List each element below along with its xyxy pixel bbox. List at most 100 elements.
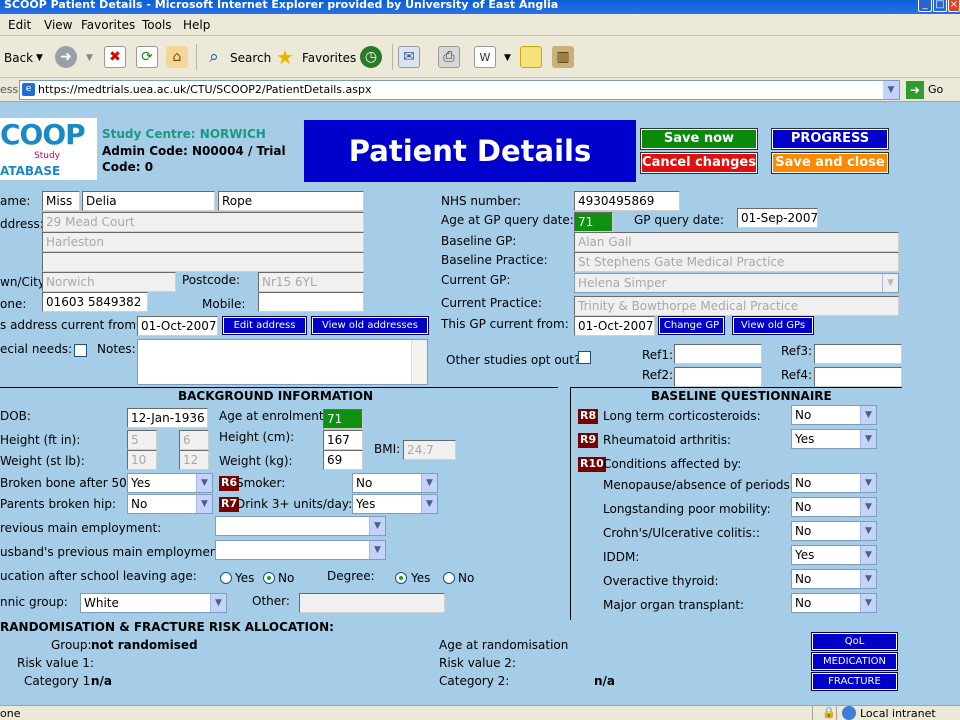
- iddm-select[interactable]: Yes ▼: [791, 545, 877, 565]
- special-needs-checkbox[interactable]: [74, 344, 87, 357]
- mobile-input[interactable]: [258, 292, 364, 312]
- baseline-practice-label: Baseline Practice:: [441, 253, 548, 267]
- height-in-input[interactable]: 6: [179, 430, 209, 450]
- current-practice-input[interactable]: Trinity & Bowthorpe Medical Practice: [574, 296, 899, 316]
- address-line2-input[interactable]: Harleston: [42, 232, 364, 252]
- surname-input[interactable]: Rope: [218, 191, 364, 211]
- rheumatoid-select[interactable]: Yes ▼: [791, 429, 877, 449]
- employment-select[interactable]: ▼: [215, 516, 386, 536]
- broken-bone-select[interactable]: Yes ▼: [127, 473, 213, 493]
- drink-select[interactable]: Yes ▼: [352, 494, 438, 514]
- gp-query-date-input[interactable]: 01-Sep-2007: [737, 208, 818, 228]
- first-name-input[interactable]: Delia: [82, 191, 215, 211]
- menu-view[interactable]: View: [44, 18, 72, 32]
- notes-textarea[interactable]: [137, 339, 428, 385]
- baseline-gp-input[interactable]: Alan Gall: [574, 232, 899, 252]
- menu-tools[interactable]: Tools: [142, 18, 172, 32]
- address-line1-input[interactable]: 29 Mead Court: [42, 212, 364, 232]
- degree-yes-radio[interactable]: [395, 572, 407, 584]
- notes-scrollbar[interactable]: [411, 340, 427, 384]
- qol-button[interactable]: QoL: [811, 632, 898, 651]
- gp-from-input[interactable]: 01-Oct-2007: [574, 316, 655, 336]
- refresh-icon[interactable]: ⟳: [136, 46, 158, 68]
- forward-icon[interactable]: ➜: [55, 46, 77, 68]
- weight-lb-input[interactable]: 12: [179, 450, 209, 470]
- fracture-button[interactable]: FRACTURE: [811, 672, 898, 691]
- ref1-input[interactable]: [674, 344, 762, 364]
- view-old-addresses-button[interactable]: View old addresses: [311, 316, 429, 335]
- education-no-radio[interactable]: [263, 572, 275, 584]
- address-line3-input[interactable]: [42, 252, 364, 272]
- research-icon[interactable]: ▥: [552, 46, 574, 68]
- close-window-button[interactable]: ×: [948, 0, 960, 12]
- opt-out-label: Other studies opt out?:: [446, 353, 585, 367]
- weight-kg-input[interactable]: 69: [323, 450, 363, 470]
- save-now-button[interactable]: Save now: [640, 128, 758, 150]
- address-dropdown-icon[interactable]: ▼: [883, 81, 899, 99]
- mail-icon[interactable]: ✉: [398, 46, 420, 68]
- phone-input[interactable]: 01603 5849382: [42, 292, 148, 312]
- current-gp-select[interactable]: Helena Simper ▼: [574, 273, 899, 293]
- corticosteroids-select[interactable]: No ▼: [791, 405, 877, 425]
- save-and-close-button[interactable]: Save and close: [771, 152, 889, 174]
- education-yes-radio[interactable]: [220, 572, 232, 584]
- menu-help[interactable]: Help: [183, 18, 210, 32]
- favorites-button[interactable]: Favorites: [302, 51, 356, 65]
- back-button[interactable]: Back: [4, 51, 33, 65]
- search-icon[interactable]: ⌕: [203, 46, 225, 68]
- address-input[interactable]: e https://medtrials.uea.ac.uk/CTU/SCOOP2…: [19, 80, 900, 100]
- progress-button[interactable]: PROGRESS: [771, 128, 889, 150]
- weight-st-input[interactable]: 10: [127, 450, 157, 470]
- parents-hip-value: No: [131, 497, 148, 511]
- logo-database: ATABASE: [0, 164, 61, 178]
- menu-favorites[interactable]: Favorites: [81, 18, 135, 32]
- menopause-select[interactable]: No ▼: [791, 473, 877, 493]
- ref3-input[interactable]: [814, 344, 902, 364]
- study-centre: Study Centre: NORWICH: [102, 127, 266, 141]
- minimize-button[interactable]: _: [918, 0, 932, 12]
- height-ft-input[interactable]: 5: [127, 430, 157, 450]
- opt-out-checkbox[interactable]: [578, 351, 591, 364]
- smoker-select[interactable]: No ▼: [352, 473, 438, 493]
- height-cm-input[interactable]: 167: [323, 430, 363, 450]
- town-input[interactable]: Norwich: [42, 272, 176, 292]
- parents-hip-select[interactable]: No ▼: [127, 494, 213, 514]
- dob-input[interactable]: 12-Jan-1936: [127, 408, 208, 428]
- go-button[interactable]: Go: [928, 83, 943, 96]
- thyroid-select[interactable]: No ▼: [791, 569, 877, 589]
- ethnic-select[interactable]: White ▼: [80, 593, 227, 613]
- transplant-select[interactable]: No ▼: [791, 593, 877, 613]
- husband-employment-select[interactable]: ▼: [215, 540, 386, 560]
- poor-mobility-select[interactable]: No ▼: [791, 497, 877, 517]
- postcode-input[interactable]: Nr15 6YL: [258, 272, 364, 292]
- cancel-changes-button[interactable]: Cancel changes: [640, 152, 758, 174]
- edit-dropdown-icon[interactable]: ▼: [504, 53, 511, 63]
- history-icon[interactable]: ◷: [360, 46, 382, 68]
- discuss-icon[interactable]: [520, 46, 542, 68]
- view-old-gps-button[interactable]: View old GPs: [732, 316, 814, 335]
- crohns-select[interactable]: No ▼: [791, 521, 877, 541]
- word-edit-icon[interactable]: W: [474, 46, 496, 68]
- search-button[interactable]: Search: [230, 51, 271, 65]
- go-arrow-icon[interactable]: ➜: [906, 81, 924, 99]
- nhs-input[interactable]: 4930495869: [574, 191, 680, 211]
- favorites-star-icon[interactable]: ★: [274, 45, 296, 69]
- ref2-input[interactable]: [674, 367, 762, 387]
- address-from-input[interactable]: 01-Oct-2007: [137, 316, 218, 336]
- menu-edit[interactable]: Edit: [8, 18, 31, 32]
- edit-address-button[interactable]: Edit address: [222, 316, 307, 335]
- print-icon[interactable]: ⎙: [438, 46, 460, 68]
- baseline-practice-input[interactable]: St Stephens Gate Medical Practice: [574, 252, 899, 272]
- maximize-button[interactable]: □: [933, 0, 947, 12]
- stop-icon[interactable]: ✖: [104, 46, 126, 68]
- other-input[interactable]: [299, 593, 445, 613]
- background-heading: BACKGROUND INFORMATION: [178, 389, 374, 403]
- back-dropdown-icon[interactable]: ▼: [36, 53, 43, 63]
- ref4-input[interactable]: [814, 367, 902, 387]
- degree-no-radio[interactable]: [443, 572, 455, 584]
- medication-button[interactable]: MEDICATION: [811, 652, 898, 671]
- title-input[interactable]: Miss: [42, 191, 80, 211]
- category-1-value: n/a: [91, 674, 113, 688]
- home-icon[interactable]: ⌂: [166, 46, 188, 68]
- change-gp-button[interactable]: Change GP: [658, 316, 725, 335]
